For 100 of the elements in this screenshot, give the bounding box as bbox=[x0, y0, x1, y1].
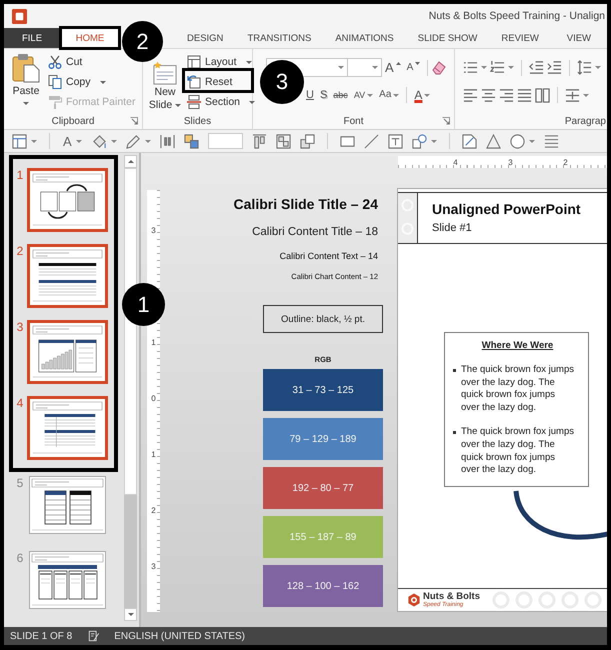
font-color-button[interactable]: A bbox=[62, 134, 83, 148]
slide-title: Unaligned PowerPoint bbox=[432, 200, 581, 218]
caret-icon bbox=[367, 94, 374, 96]
copy-button[interactable]: Copy bbox=[46, 72, 108, 92]
font-size-field[interactable] bbox=[347, 58, 382, 77]
logo-name: Nuts & Bolts bbox=[423, 592, 480, 602]
circle-icon[interactable] bbox=[510, 134, 525, 148]
layout-button[interactable]: Layout bbox=[185, 52, 252, 72]
ribbon-tab[interactable]: SLIDE SHOW bbox=[406, 28, 490, 48]
align-left-icon[interactable] bbox=[463, 88, 478, 102]
step-callout: 3 bbox=[260, 60, 304, 104]
change-case-button[interactable]: Aa bbox=[376, 86, 402, 104]
text-shadow-button[interactable]: S bbox=[316, 86, 330, 104]
caret-icon bbox=[430, 140, 437, 142]
section-button[interactable]: Section bbox=[185, 92, 252, 112]
caret-icon bbox=[175, 104, 182, 107]
ruler-number: 0 bbox=[151, 394, 156, 402]
caret-icon bbox=[508, 66, 514, 69]
cut-button[interactable]: Cut bbox=[46, 52, 84, 72]
align-center-icon[interactable] bbox=[481, 88, 496, 102]
grow-font-button[interactable]: A bbox=[382, 58, 404, 76]
dialog-launcher-icon[interactable] bbox=[130, 117, 138, 125]
bars-icon[interactable] bbox=[160, 134, 175, 148]
scroll-down-button[interactable] bbox=[124, 608, 137, 621]
shapes-icon[interactable] bbox=[412, 134, 427, 148]
caret-icon bbox=[372, 66, 378, 69]
ribbon-tab[interactable]: HOME bbox=[62, 28, 118, 48]
caret-icon bbox=[110, 140, 117, 142]
app-logo-icon bbox=[12, 8, 27, 24]
paintbrush-icon bbox=[48, 95, 62, 109]
overlapping-squares-icon[interactable] bbox=[184, 134, 199, 148]
eraser-icon[interactable] bbox=[432, 60, 446, 74]
window-title: Nuts & Bolts Speed Training - Unalign bbox=[428, 10, 605, 22]
ruler-number: 3 bbox=[151, 562, 156, 570]
up-arrow-icon bbox=[128, 160, 134, 163]
slide-number: 5 bbox=[16, 476, 24, 490]
ribbon-tab[interactable]: DESIGN bbox=[175, 28, 236, 48]
columns-icon[interactable] bbox=[535, 88, 550, 102]
group-icon[interactable] bbox=[276, 134, 291, 148]
strikethrough-button[interactable]: abc bbox=[330, 86, 351, 104]
caret-icon bbox=[100, 80, 106, 84]
line-icon[interactable] bbox=[364, 134, 379, 148]
bullet-list-icon[interactable] bbox=[463, 60, 478, 75]
rectangle-icon[interactable] bbox=[340, 134, 355, 148]
bullet-text: The quick brown fox jumps over the lazy dog. The quick brown fox jumps over the lazy dog. bbox=[461, 426, 575, 477]
ribbon-tab[interactable]: VIEW bbox=[550, 28, 607, 48]
down-caret-icon bbox=[415, 62, 420, 64]
reset-button[interactable]: Reset bbox=[185, 72, 252, 92]
text-box-icon[interactable] bbox=[388, 134, 403, 148]
align-top-icon[interactable] bbox=[252, 134, 267, 148]
outline-sample: Outline: black, ½ pt. bbox=[263, 305, 383, 333]
decrease-indent-icon[interactable] bbox=[529, 60, 544, 75]
new-slide-button[interactable]: New Slide bbox=[147, 61, 183, 112]
paste-button[interactable]: Paste bbox=[8, 52, 44, 113]
scroll-up-button[interactable] bbox=[124, 155, 137, 168]
align-right-icon[interactable] bbox=[499, 88, 514, 102]
scrollbar-thumb[interactable] bbox=[124, 168, 137, 495]
ribbon-tab[interactable]: REVIEW bbox=[489, 28, 551, 48]
shrink-font-button[interactable]: A bbox=[404, 58, 424, 76]
up-caret-icon bbox=[396, 62, 401, 64]
caret-icon bbox=[481, 66, 487, 69]
caret-icon bbox=[76, 140, 82, 142]
file-tab[interactable]: FILE bbox=[4, 28, 60, 48]
underline-button[interactable]: U bbox=[303, 86, 317, 104]
ruler-number: 1 bbox=[151, 338, 156, 346]
increase-indent-icon[interactable] bbox=[547, 60, 562, 75]
ruler-number: 1 bbox=[151, 450, 156, 458]
caret-icon bbox=[246, 60, 252, 64]
line-spacing-icon[interactable] bbox=[577, 60, 592, 75]
bring-forward-icon[interactable] bbox=[300, 134, 315, 148]
justify-icon[interactable] bbox=[517, 88, 532, 102]
slide-counter[interactable]: SLIDE 1 OF 8 bbox=[10, 630, 72, 642]
dialog-launcher-icon[interactable] bbox=[442, 117, 450, 125]
numbered-list-icon[interactable] bbox=[490, 60, 505, 75]
reset-icon bbox=[187, 75, 201, 89]
step-callout: 2 bbox=[122, 21, 163, 62]
diamond-icon[interactable] bbox=[92, 134, 107, 148]
ruler-number: 2 bbox=[151, 506, 156, 514]
toolbar-input-field[interactable] bbox=[208, 133, 243, 149]
triangle-icon[interactable] bbox=[486, 134, 501, 148]
caret-icon bbox=[583, 94, 589, 96]
slide-subtitle: Slide #1 bbox=[432, 221, 472, 235]
pencil-icon[interactable] bbox=[126, 134, 141, 148]
ruler-number: 3 bbox=[151, 226, 156, 234]
notes-icon[interactable] bbox=[88, 630, 100, 642]
layout-icon[interactable] bbox=[12, 134, 27, 148]
font-color-button[interactable]: A bbox=[411, 86, 434, 104]
page-icon[interactable] bbox=[462, 134, 477, 148]
lines-icon[interactable] bbox=[565, 88, 580, 102]
language-indicator[interactable]: ENGLISH (UNITED STATES) bbox=[114, 630, 246, 642]
list-icon[interactable] bbox=[544, 134, 559, 148]
slide-number: 6 bbox=[16, 551, 24, 565]
character-spacing-button[interactable]: AV bbox=[350, 86, 376, 104]
ribbon-tab[interactable]: ANIMATIONS bbox=[323, 28, 406, 48]
group-label: Slides bbox=[184, 116, 212, 126]
group-label: Paragrap bbox=[564, 116, 606, 126]
caret-icon bbox=[393, 94, 400, 96]
section-icon bbox=[187, 95, 201, 109]
color-swatch: 79 – 129 – 189 bbox=[263, 418, 383, 460]
ribbon-tab[interactable]: TRANSITIONS bbox=[235, 28, 324, 48]
